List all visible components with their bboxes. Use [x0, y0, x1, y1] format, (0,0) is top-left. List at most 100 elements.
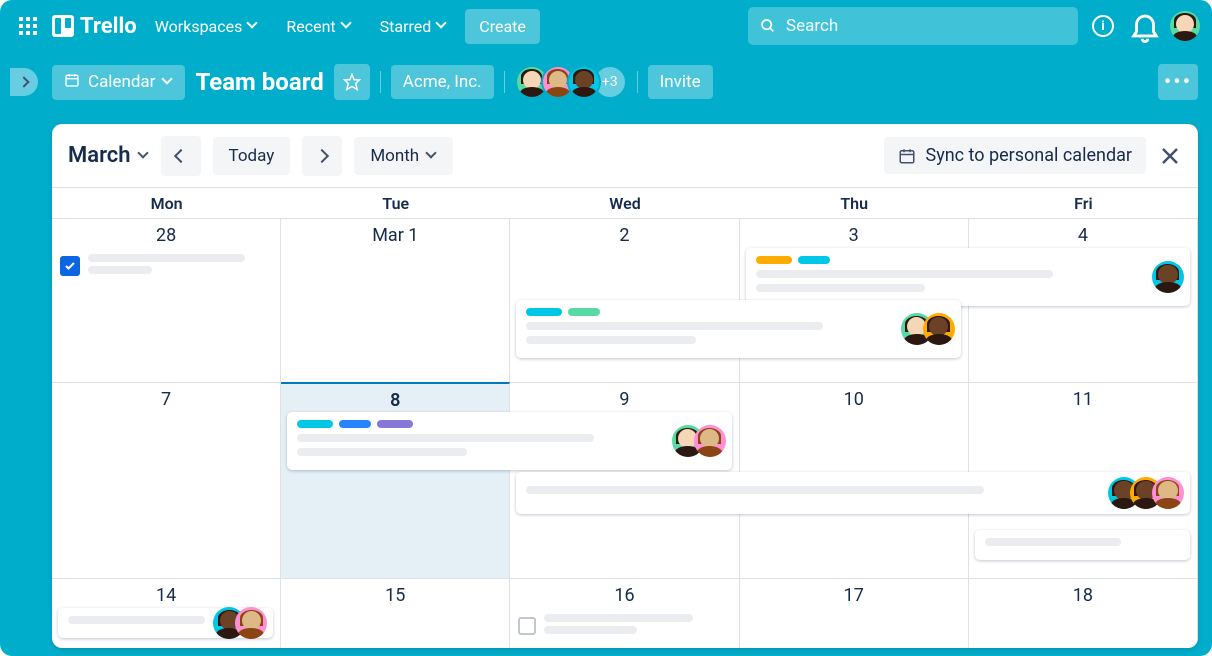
expand-sidebar-button[interactable] — [10, 68, 38, 96]
chevron-down-icon — [427, 151, 437, 161]
day-number: Mar 1 — [289, 225, 501, 246]
day-number: 10 — [748, 389, 960, 410]
card-label — [526, 308, 562, 316]
day-number: 11 — [977, 389, 1189, 410]
close-icon — [1158, 144, 1182, 168]
day-number: 17 — [748, 585, 960, 606]
avatar — [1152, 261, 1184, 293]
nav-workspaces[interactable]: Workspaces — [145, 11, 269, 42]
avatar — [923, 313, 955, 345]
avatar — [694, 425, 726, 457]
card-label — [568, 308, 600, 316]
calendar-card[interactable] — [516, 300, 960, 358]
next-button[interactable] — [302, 136, 342, 176]
calendar-week: 14 15 16 17 18 — [52, 578, 1198, 648]
day-number: 15 — [289, 585, 501, 606]
card-label — [297, 420, 333, 428]
day-header: Wed — [510, 188, 739, 218]
calendar-weeks: 28 Mar 1 234 789 10 11 14 15 16 17 18 — [52, 218, 1198, 648]
top-nav: Trello Workspaces Recent Starred Create … — [0, 0, 1212, 52]
board-menu-button[interactable]: ••• — [1158, 64, 1198, 100]
workspace-button[interactable]: Acme, Inc. — [391, 65, 494, 99]
trello-logo[interactable]: Trello — [52, 14, 137, 39]
checkbox-checked-icon[interactable] — [60, 256, 80, 276]
search-input[interactable]: Search — [748, 7, 1078, 45]
card-label — [756, 256, 792, 264]
separator — [637, 71, 638, 93]
checkbox-unchecked-icon[interactable] — [518, 617, 536, 635]
day-number: 18 — [977, 585, 1189, 606]
close-calendar-button[interactable] — [1158, 144, 1182, 168]
card-label — [798, 256, 830, 264]
calendar-card[interactable] — [975, 530, 1190, 560]
day-number: 7 — [60, 389, 272, 410]
task-item[interactable] — [60, 254, 272, 278]
nav-starred[interactable]: Starred — [370, 11, 458, 42]
calendar-cell[interactable]: 7 — [52, 382, 281, 578]
calendar-cell[interactable]: 16 — [510, 578, 739, 648]
view-switcher[interactable]: Calendar — [52, 65, 185, 100]
view-mode-picker[interactable]: Month — [354, 137, 453, 175]
calendar-panel: March Today Month Sync to personal calen… — [52, 124, 1198, 648]
nav-recent[interactable]: Recent — [276, 11, 361, 42]
notifications-button[interactable] — [1128, 9, 1162, 43]
avatar — [1152, 477, 1184, 509]
app-switcher-icon[interactable] — [12, 10, 44, 42]
user-avatar[interactable] — [1170, 11, 1200, 41]
avatar — [235, 607, 267, 639]
day-number: 3 — [748, 225, 960, 246]
bell-icon — [1128, 9, 1162, 43]
task-item[interactable] — [518, 614, 730, 638]
day-header: Thu — [740, 188, 969, 218]
day-number: 9 — [518, 389, 730, 410]
calendar-cell[interactable]: 15 — [281, 578, 510, 648]
trello-logo-icon — [52, 15, 74, 37]
card-members — [901, 313, 955, 345]
separator — [504, 71, 505, 93]
day-number: 14 — [60, 585, 272, 606]
day-number: 2 — [518, 225, 730, 246]
info-icon: i — [1092, 15, 1114, 37]
day-header: Mon — [52, 188, 281, 218]
calendar-cell[interactable]: Mar 1 — [281, 218, 510, 382]
calendar-cell[interactable]: 18 — [969, 578, 1198, 648]
board-title[interactable]: Team board — [195, 68, 323, 96]
card-label — [377, 420, 413, 428]
day-headers: MonTueWedThuFri — [52, 188, 1198, 218]
chevron-down-icon — [248, 21, 258, 31]
prev-button[interactable] — [161, 136, 201, 176]
avatar — [567, 65, 601, 99]
logo-text: Trello — [80, 14, 137, 39]
calendar-card[interactable] — [58, 608, 273, 638]
calendar-icon — [898, 147, 916, 165]
card-members — [213, 607, 267, 639]
chevron-down-icon — [139, 151, 149, 161]
day-number: 28 — [60, 225, 272, 246]
chevron-down-icon — [163, 77, 173, 87]
chevron-right-icon — [20, 78, 28, 86]
star-board-button[interactable] — [334, 64, 370, 100]
info-button[interactable]: i — [1086, 9, 1120, 43]
calendar-card[interactable] — [746, 248, 1190, 306]
card-label — [339, 420, 371, 428]
sync-calendar-button[interactable]: Sync to personal calendar — [884, 137, 1146, 174]
day-number: 4 — [977, 225, 1189, 246]
chevron-right-icon — [317, 151, 327, 161]
card-members — [672, 425, 726, 457]
day-header: Fri — [969, 188, 1198, 218]
today-button[interactable]: Today — [213, 137, 291, 175]
create-button[interactable]: Create — [465, 9, 540, 44]
chevron-down-icon — [342, 21, 352, 31]
calendar-cell[interactable]: 17 — [740, 578, 969, 648]
chevron-left-icon — [176, 151, 186, 161]
invite-button[interactable]: Invite — [648, 65, 713, 99]
board-members[interactable]: +3 — [515, 65, 627, 99]
calendar-card[interactable] — [516, 472, 1190, 514]
calendar-card[interactable] — [287, 412, 731, 470]
star-icon — [343, 73, 361, 91]
chevron-down-icon — [437, 21, 447, 31]
day-number: 8 — [289, 390, 501, 411]
calendar-cell[interactable]: 28 — [52, 218, 281, 382]
month-picker[interactable]: March — [68, 143, 149, 168]
board-header: Calendar Team board Acme, Inc. +3 Invite… — [0, 52, 1212, 112]
